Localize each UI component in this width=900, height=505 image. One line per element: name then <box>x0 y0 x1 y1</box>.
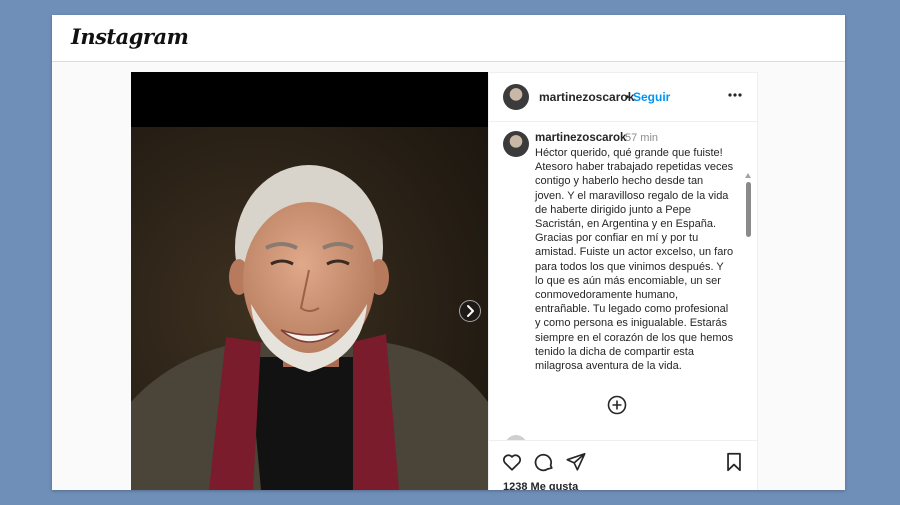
paper-plane-icon <box>566 452 586 471</box>
heart-icon <box>502 454 522 471</box>
post-side-panel: martinezoscarok • Seguir martinezoscarok… <box>488 72 758 490</box>
caption-author-avatar[interactable] <box>503 131 529 157</box>
like-button[interactable] <box>501 451 523 473</box>
next-photo-button[interactable] <box>459 300 481 322</box>
share-button[interactable] <box>565 451 587 473</box>
follow-button[interactable]: Seguir <box>633 90 670 104</box>
scroll-up-arrow[interactable] <box>745 173 751 178</box>
chevron-right-icon <box>467 305 474 317</box>
post-photo <box>131 72 488 490</box>
top-navigation-bar: Instagram <box>52 15 845 62</box>
post-view: martinezoscarok • Seguir martinezoscarok… <box>52 62 845 490</box>
author-username[interactable]: martinezoscarok <box>539 90 634 104</box>
plus-circle-icon[interactable] <box>607 395 627 415</box>
caption-username[interactable]: martinezoscarok <box>535 132 626 144</box>
browser-window: Instagram martinezoscarok • Seguir marti… <box>52 15 845 490</box>
scrollbar-thumb[interactable] <box>746 182 751 237</box>
bookmark-icon <box>727 452 741 472</box>
author-avatar[interactable] <box>503 84 529 110</box>
more-options-icon[interactable] <box>727 87 743 103</box>
comments-section[interactable]: martinezoscarok 57 min Héctor querido, q… <box>489 122 757 440</box>
post-media[interactable] <box>131 72 488 490</box>
comment-button[interactable] <box>533 451 555 473</box>
instagram-logo[interactable]: Instagram <box>71 24 189 49</box>
comment-icon <box>534 453 553 472</box>
save-button[interactable] <box>723 451 745 473</box>
separator-dot: • <box>625 90 630 104</box>
caption-timestamp[interactable]: 57 min <box>625 132 658 144</box>
likes-count[interactable]: 1238 Me gusta <box>503 481 578 490</box>
post-actions-bar: 1238 Me gusta <box>489 440 757 490</box>
post-header: martinezoscarok • Seguir <box>489 73 757 122</box>
caption-text: Héctor querido, qué grande que fuiste! A… <box>535 147 734 373</box>
